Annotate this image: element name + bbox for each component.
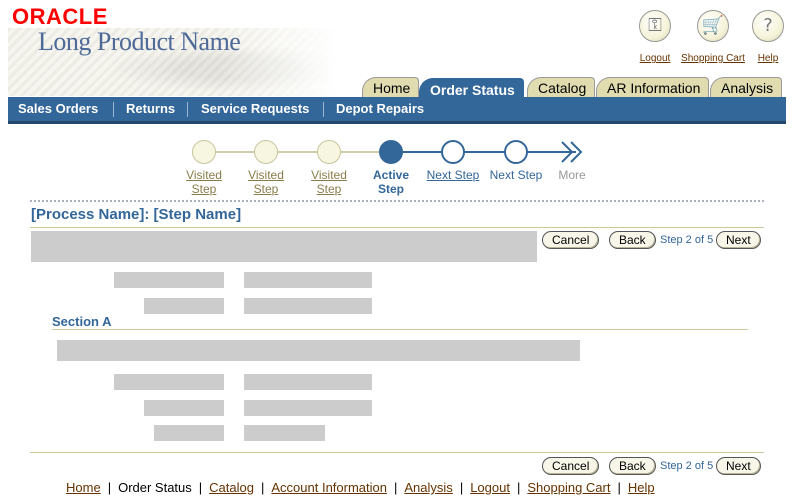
train-label-visited-3[interactable]: Visited Step <box>301 168 357 196</box>
subtab-returns[interactable]: Returns <box>126 101 175 116</box>
train-divider <box>30 200 764 202</box>
cart-icon: 🛒 <box>697 10 729 42</box>
tab-catalog[interactable]: Catalog <box>527 77 596 98</box>
next-button-top[interactable]: Next <box>716 231 761 249</box>
subtab-sales-orders[interactable]: Sales Orders <box>18 101 98 116</box>
back-button-top[interactable]: Back <box>609 231 656 249</box>
title-rule <box>30 227 764 228</box>
train-label-next-1[interactable]: Next Step <box>422 168 484 182</box>
subtab-separator <box>187 102 188 117</box>
train-stop-active <box>379 140 403 164</box>
help-icon: ? <box>752 10 784 42</box>
back-button-bottom[interactable]: Back <box>609 457 656 475</box>
train-stop-visited-2[interactable] <box>254 140 278 164</box>
section-a-title: Section A <box>52 314 112 329</box>
footer-separator: | <box>617 480 621 495</box>
footer-separator: | <box>516 480 521 495</box>
footer-separator: | <box>260 480 265 495</box>
more-arrow-icon[interactable] <box>560 140 586 164</box>
global-button-help[interactable]: ? Help <box>738 10 794 65</box>
placeholder-label <box>114 272 224 288</box>
train-label-visited-1[interactable]: Visited Step <box>176 168 232 196</box>
subtab-separator <box>323 102 324 117</box>
tab-ar-information[interactable]: AR Information <box>596 77 710 98</box>
placeholder-label <box>114 374 224 390</box>
footer-separator: | <box>198 480 203 495</box>
train-stop-next-2 <box>504 140 528 164</box>
subtab-depot-repairs[interactable]: Depot Repairs <box>336 101 424 116</box>
train-label-next-2: Next Step <box>489 168 543 182</box>
footer-link-logout[interactable]: Logout <box>470 480 510 495</box>
train-stop-visited-3[interactable] <box>317 140 341 164</box>
footer-links: Home | Order Status | Catalog | Account Inform… <box>66 480 655 496</box>
process-train: Visited Step Visited Step Visited Step Acti… <box>0 136 794 200</box>
placeholder-field[interactable] <box>244 374 372 390</box>
page-title: [Process Name]: [Step Name] <box>31 206 242 223</box>
placeholder-instruction-text <box>31 231 537 262</box>
global-button-label[interactable]: Shopping Cart <box>681 53 745 64</box>
key-icon: ⚿ <box>639 10 671 42</box>
footer-link-help[interactable]: Help <box>628 480 655 495</box>
footer-separator: | <box>107 480 112 495</box>
product-name: Long Product Name <box>38 27 241 56</box>
placeholder-label <box>144 298 224 314</box>
section-rule <box>52 329 748 330</box>
train-label-active: Active Step <box>372 168 410 196</box>
tab-bar: Home Order Status Catalog AR Information… <box>0 77 794 100</box>
footer-link-home[interactable]: Home <box>66 480 101 495</box>
train-line-visited <box>204 151 390 153</box>
placeholder-label <box>154 425 224 441</box>
next-button-bottom[interactable]: Next <box>716 457 761 475</box>
cancel-button-bottom[interactable]: Cancel <box>542 457 600 475</box>
footer-link-catalog[interactable]: Catalog <box>209 480 254 495</box>
placeholder-field[interactable] <box>244 425 325 441</box>
placeholder-label <box>144 400 224 416</box>
tab-home[interactable]: Home <box>362 77 420 98</box>
global-button-label[interactable]: Help <box>758 53 779 64</box>
train-label-more[interactable]: More <box>552 168 592 182</box>
train-stop-next-1[interactable] <box>441 140 465 164</box>
footer-link-analysis[interactable]: Analysis <box>404 480 452 495</box>
placeholder-field[interactable] <box>244 272 372 288</box>
train-label-visited-2[interactable]: Visited Step <box>238 168 294 196</box>
step-indicator-top: Step 2 of 5 <box>660 234 714 246</box>
subtab-separator <box>113 102 114 117</box>
train-line-next <box>390 151 576 153</box>
global-button-label[interactable]: Logout <box>640 53 671 64</box>
bottom-rule <box>30 452 764 453</box>
global-button-logout[interactable]: ⚿ Logout <box>625 10 685 65</box>
step-indicator-bottom: Step 2 of 5 <box>660 460 714 472</box>
cancel-button-top[interactable]: Cancel <box>542 231 600 249</box>
footer-link-account-information[interactable]: Account Information <box>271 480 387 495</box>
placeholder-field[interactable] <box>244 298 372 314</box>
subtab-bar: Sales Orders Returns Service Requests De… <box>8 97 786 124</box>
train-stop-visited-1[interactable] <box>192 140 216 164</box>
footer-current-order-status: Order Status <box>118 480 192 495</box>
footer-separator: | <box>394 480 398 495</box>
tab-analysis[interactable]: Analysis <box>710 77 783 98</box>
footer-separator: | <box>459 480 464 495</box>
placeholder-section-text <box>57 340 580 361</box>
placeholder-field[interactable] <box>244 400 372 416</box>
footer-link-shopping-cart[interactable]: Shopping Cart <box>527 480 610 495</box>
subtab-service-requests[interactable]: Service Requests <box>201 101 309 116</box>
